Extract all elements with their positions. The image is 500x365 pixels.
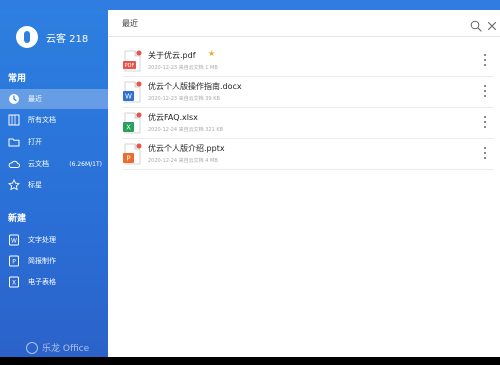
file-name: 优云个人版介绍.pptx <box>148 144 225 153</box>
more-menu-button[interactable] <box>482 52 488 68</box>
svg-text:P: P <box>12 259 16 266</box>
logo-icon <box>26 341 38 354</box>
spreadsheet-icon: X <box>8 276 20 288</box>
account[interactable]: 云客 218 <box>16 26 88 48</box>
file-type-label: X <box>126 124 131 132</box>
star-icon <box>8 179 20 191</box>
file-meta: 2020-12-23 来自云文档 1 MB <box>148 65 218 71</box>
sidebar-item-new-document[interactable]: W 文字处理 <box>0 230 108 250</box>
close-icon[interactable] <box>486 17 498 31</box>
cloud-sync-badge <box>136 50 142 56</box>
sidebar-item-label: 打开 <box>28 138 42 146</box>
cloud-sync-badge <box>136 143 142 149</box>
docx-file-icon: W <box>122 81 142 103</box>
cloud-sync-badge <box>136 81 142 87</box>
file-type-label: W <box>125 93 132 101</box>
sidebar-item-label: 电子表格 <box>28 278 56 286</box>
navigation-bar <box>0 357 500 365</box>
file-row[interactable]: PDF 关于优云.pdf ★ 2020-12-23 来自云文档 1 MB <box>122 46 494 77</box>
avatar <box>16 26 38 48</box>
main-panel: 最近 PDF 关于优云.pdf ★ 2020-12-23 来自云文档 1 MB … <box>108 10 500 357</box>
sidebar-item-label: 简报制作 <box>28 257 56 265</box>
section-title-common: 常用 <box>8 74 27 84</box>
xlsx-file-icon: X <box>122 112 142 134</box>
sidebar-item-recent[interactable]: 最近 <box>0 89 108 109</box>
file-type-label: P <box>126 155 130 163</box>
section-title-new: 新建 <box>8 214 27 224</box>
account-name: 云客 218 <box>46 33 89 45</box>
sidebar-item-label: 文字处理 <box>28 236 56 244</box>
sidebar-item-label: 标星 <box>28 181 42 189</box>
sidebar-item-new-spreadsheet[interactable]: X 电子表格 <box>0 272 108 292</box>
sidebar-item-label: 云文档 <box>28 160 49 168</box>
svg-text:W: W <box>11 238 17 245</box>
sidebar: 云客 218 常用 最近 所有文档 打开 云文档 (6.26M/1T) 标星 新… <box>0 10 108 357</box>
starred-icon[interactable]: ★ <box>208 49 215 58</box>
pdf-file-icon: PDF <box>122 50 142 72</box>
pptx-file-icon: P <box>122 143 142 165</box>
clock-icon <box>8 93 20 105</box>
file-name: 优云个人版操作指南.docx <box>148 82 242 91</box>
sidebar-item-open[interactable]: 打开 <box>0 132 108 152</box>
folder-open-icon <box>8 136 20 148</box>
file-meta: 2020-12-24 来自云文档 321 KB <box>148 127 224 133</box>
sidebar-item-label: 最近 <box>28 95 42 103</box>
file-meta: 2020-12-23 来自云文档 39 KB <box>148 96 220 102</box>
more-menu-button[interactable] <box>482 83 488 99</box>
file-name: 优云FAQ.xlsx <box>148 113 198 122</box>
logo-text: 乐龙 Office <box>42 344 90 354</box>
sidebar-item-label: 所有文档 <box>28 116 56 124</box>
svg-text:X: X <box>12 280 16 287</box>
sidebar-item-starred[interactable]: 标星 <box>0 175 108 195</box>
cloud-storage-usage: (6.26M/1T) <box>69 160 102 168</box>
file-row[interactable]: P 优云个人版介绍.pptx 2020-12-24 来自云文档 4 MB <box>122 139 494 170</box>
more-menu-button[interactable] <box>482 114 488 130</box>
sidebar-item-cloud-docs[interactable]: 云文档 (6.26M/1T) <box>0 154 108 174</box>
page-title: 最近 <box>122 19 138 28</box>
sidebar-item-new-presentation[interactable]: P 简报制作 <box>0 251 108 271</box>
file-type-label: PDF <box>125 63 135 69</box>
sidebar-item-all-documents[interactable]: 所有文档 <box>0 110 108 130</box>
file-name: 关于优云.pdf <box>148 51 196 60</box>
word-doc-icon: W <box>8 234 20 246</box>
presentation-icon: P <box>8 255 20 267</box>
file-row[interactable]: W 优云个人版操作指南.docx 2020-12-23 来自云文档 39 KB <box>122 77 494 108</box>
cloud-sync-badge <box>136 112 142 118</box>
header: 最近 <box>108 10 500 37</box>
more-menu-button[interactable] <box>482 145 488 161</box>
cloud-icon <box>8 158 20 170</box>
documents-icon <box>8 114 20 126</box>
file-row[interactable]: X 优云FAQ.xlsx 2020-12-24 来自云文档 321 KB <box>122 108 494 139</box>
status-bar <box>0 0 500 10</box>
search-icon[interactable] <box>470 17 482 32</box>
file-meta: 2020-12-24 来自云文档 4 MB <box>148 158 218 164</box>
app-logo: 乐龙 Office <box>26 341 89 354</box>
